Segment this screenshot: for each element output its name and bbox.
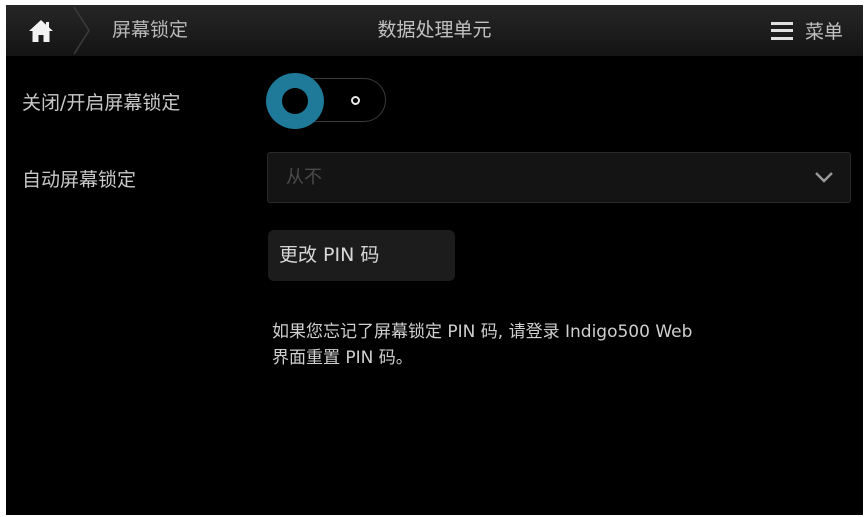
change-pin-label: 更改 PIN 码 [279, 244, 380, 266]
screen: 屏幕锁定 数据处理单元 菜单 关闭/开启屏幕锁定 自动屏幕锁定 从不 更改 PI… [6, 5, 863, 515]
chevron-down-icon [815, 172, 833, 183]
breadcrumb-separator [73, 6, 90, 55]
hamburger-menu-icon [770, 21, 793, 40]
change-pin-button[interactable]: 更改 PIN 码 [268, 230, 455, 281]
breadcrumb-current[interactable]: 屏幕锁定 [112, 5, 188, 56]
screen-lock-toggle[interactable] [266, 73, 386, 129]
note-line-2: 界面重置 PIN 码。 [272, 348, 413, 368]
auto-lock-value: 从不 [286, 167, 322, 188]
auto-lock-select[interactable]: 从不 [267, 152, 851, 203]
forgot-pin-note: 如果您忘记了屏幕锁定 PIN 码, 请登录 Indigo500 Web 界面重置… [272, 319, 772, 371]
home-icon [29, 19, 53, 42]
toggle-knob[interactable] [266, 73, 324, 129]
screen-lock-toggle-label: 关闭/开启屏幕锁定 [22, 92, 181, 114]
menu-button[interactable]: 菜单 [770, 5, 843, 56]
menu-label: 菜单 [804, 21, 843, 43]
note-line-1: 如果您忘记了屏幕锁定 PIN 码, 请登录 Indigo500 Web [272, 322, 693, 342]
home-button[interactable] [6, 5, 76, 56]
top-bar: 屏幕锁定 数据处理单元 菜单 [6, 5, 863, 56]
toggle-off-indicator [351, 96, 360, 105]
auto-lock-label: 自动屏幕锁定 [22, 169, 137, 191]
